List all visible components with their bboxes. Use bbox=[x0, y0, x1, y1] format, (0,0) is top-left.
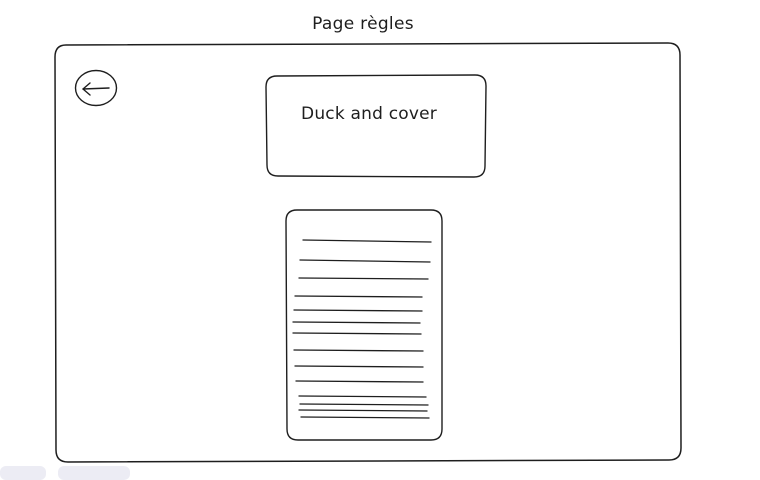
title-card-label: Duck and cover bbox=[301, 104, 437, 124]
bottom-tab-stub[interactable] bbox=[0, 466, 46, 480]
back-button[interactable] bbox=[74, 69, 118, 107]
wireframe-canvas bbox=[54, 42, 682, 463]
rules-document[interactable] bbox=[285, 209, 443, 441]
bottom-tab-stub[interactable] bbox=[58, 466, 130, 480]
title-card-box bbox=[265, 74, 487, 178]
